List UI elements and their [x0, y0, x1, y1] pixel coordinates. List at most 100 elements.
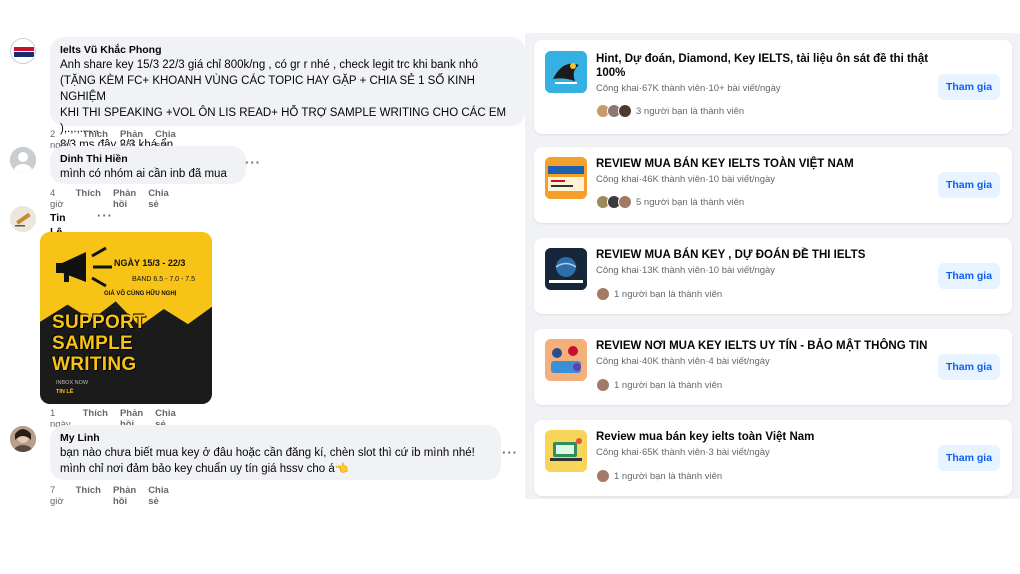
group-privacy: Công khai: [596, 447, 639, 458]
more-options-icon[interactable]: ···: [245, 155, 261, 170]
group-thumbnail[interactable]: [545, 248, 587, 290]
poster-date: NGÀY 15/3 - 22/3: [114, 258, 186, 268]
group-name[interactable]: REVIEW MUA BÁN KEY , DỰ ĐOÁN ĐỀ THI IELT…: [596, 248, 946, 262]
friend-avatar: [596, 287, 610, 301]
join-group-button[interactable]: Tham gia: [938, 445, 1000, 471]
friend-avatar: [618, 195, 632, 209]
comment-bubble: Dinh Thi Hiền mình có nhóm ai cần inb đã…: [50, 146, 246, 184]
group-card[interactable]: REVIEW NƠI MUA KEY IELTS UY TÍN - BẢO MẬ…: [534, 329, 1012, 405]
friends-text: 1 người bạn là thành viên: [614, 288, 723, 300]
comment-actions: 7 giờ Thích Phản hồi Chia sẻ: [50, 485, 169, 507]
like-button[interactable]: Thích: [76, 485, 101, 507]
join-group-button[interactable]: Tham gia: [938, 263, 1000, 289]
poster-band: BAND 6.5 - 7.0 - 7.5: [132, 276, 196, 283]
group-privacy: Công khai: [596, 83, 639, 94]
poster-inbox: INBOX NOW: [56, 380, 89, 386]
group-friends: 1 người bạn là thành viên: [596, 378, 722, 392]
friend-avatar: [596, 469, 610, 483]
friends-text: 1 người bạn là thành viên: [614, 379, 723, 391]
group-thumbnail[interactable]: [545, 157, 587, 199]
comment-bubble: My Linh bạn nào chưa biết mua key ở đâu …: [50, 425, 501, 480]
poster-signature: TIN LÊ: [56, 389, 74, 395]
join-group-button[interactable]: Tham gia: [938, 74, 1000, 100]
poster-headline: SUPPORT SAMPLE WRITING: [52, 312, 146, 375]
people-illustration-icon: [545, 339, 587, 381]
avatar[interactable]: [10, 147, 36, 173]
group-name[interactable]: REVIEW NƠI MUA KEY IELTS UY TÍN - BẢO MẬ…: [596, 339, 946, 353]
comment-actions: 4 giờ Thích Phản hồi Chia sẻ: [50, 188, 169, 210]
friend-avatar: [618, 104, 632, 118]
group-friends: 1 người bạn là thành viên: [596, 469, 722, 483]
share-button[interactable]: Chia sẻ: [148, 485, 169, 507]
group-members: 13K thành viên: [641, 265, 706, 276]
avatar[interactable]: [10, 426, 36, 452]
comment-author[interactable]: My Linh: [60, 431, 491, 445]
poster-price: GIÁ VÔ CÙNG HỮU NGHỊ: [104, 291, 177, 297]
comment-time[interactable]: 7 giờ: [50, 485, 64, 507]
group-meta: Công khai · 40K thành viên · 4 bài viết/…: [596, 356, 770, 367]
group-posts: 10 bài viết/ngày: [708, 174, 776, 185]
group-posts: 10+ bài viết/ngày: [708, 83, 781, 94]
comment-time[interactable]: 4 giờ: [50, 188, 64, 210]
avatar[interactable]: [10, 206, 36, 232]
group-meta: Công khai · 67K thành viên · 10+ bài viế…: [596, 83, 781, 94]
share-button[interactable]: Chia sẻ: [148, 188, 169, 210]
avatar[interactable]: [10, 38, 36, 64]
group-card[interactable]: REVIEW MUA BÁN KEY IELTS TOÀN VIỆT NAM C…: [534, 147, 1012, 223]
suggested-groups-panel: Hint, Dự đoán, Diamond, Key IELTS, tài l…: [525, 33, 1020, 499]
reply-button[interactable]: Phản hồi: [113, 188, 136, 210]
group-name[interactable]: Review mua bán key ielts toàn Việt Nam: [596, 430, 946, 444]
group-name[interactable]: Hint, Dự đoán, Diamond, Key IELTS, tài l…: [596, 52, 946, 80]
group-thumbnail[interactable]: [545, 339, 587, 381]
bird-logo-icon: [545, 51, 587, 93]
group-friends: 1 người bạn là thành viên: [596, 287, 722, 301]
user-photo-icon: [10, 426, 36, 452]
group-members: 67K thành viên: [641, 83, 706, 94]
default-profile-icon: [10, 147, 36, 173]
group-meta: Công khai · 46K thành viên · 10 bài viết…: [596, 174, 775, 185]
group-friends: 5 người bạn là thành viên: [596, 195, 744, 209]
poster-headline-line: SAMPLE: [52, 333, 133, 354]
friends-text: 5 người bạn là thành viên: [636, 196, 745, 208]
poster-headline-line: SUPPORT: [52, 312, 146, 333]
comment-thread: Ielts Vũ Khắc Phong Anh share key 15/3 2…: [0, 0, 525, 574]
group-privacy: Công khai: [596, 174, 639, 185]
friends-text: 1 người bạn là thành viên: [614, 470, 723, 482]
comment-text: mình có nhóm ai cần inb đã mua: [60, 168, 227, 180]
group-privacy: Công khai: [596, 265, 639, 276]
comment-text: bạn nào chưa biết mua key ở đâu hoặc cần…: [60, 447, 475, 475]
comment-author[interactable]: Dinh Thi Hiền: [60, 152, 236, 166]
group-name[interactable]: REVIEW MUA BÁN KEY IELTS TOÀN VIỆT NAM: [596, 157, 946, 171]
comment-image-poster[interactable]: NGÀY 15/3 - 22/3 BAND 6.5 - 7.0 - 7.5 GI…: [40, 232, 212, 404]
join-group-button[interactable]: Tham gia: [938, 172, 1000, 198]
friends-text: 3 người bạn là thành viên: [636, 105, 745, 117]
globe-banner-icon: [545, 248, 587, 290]
group-meta: Công khai · 65K thành viên · 3 bài viết/…: [596, 447, 770, 458]
group-posts: 4 bài viết/ngày: [708, 356, 770, 367]
group-thumbnail[interactable]: [545, 51, 587, 93]
group-card[interactable]: Hint, Dự đoán, Diamond, Key IELTS, tài l…: [534, 40, 1012, 134]
reply-button[interactable]: Phản hồi: [113, 485, 136, 507]
pencil-avatar-icon: [10, 206, 36, 232]
group-friends: 3 người bạn là thành viên: [596, 104, 744, 118]
group-members: 65K thành viên: [641, 447, 706, 458]
laptop-illustration-icon: [545, 430, 587, 472]
comment-author[interactable]: Ielts Vũ Khắc Phong: [60, 43, 515, 57]
poster-headline-line: WRITING: [52, 354, 137, 375]
review-banner-icon: [545, 157, 587, 199]
group-card[interactable]: REVIEW MUA BÁN KEY , DỰ ĐOÁN ĐỀ THI IELT…: [534, 238, 1012, 314]
group-card[interactable]: Review mua bán key ielts toàn Việt Nam C…: [534, 420, 1012, 496]
friend-avatar: [596, 378, 610, 392]
more-options-icon[interactable]: ···: [97, 208, 113, 223]
ielts-logo-icon: [11, 39, 35, 63]
join-group-button[interactable]: Tham gia: [938, 354, 1000, 380]
group-privacy: Công khai: [596, 356, 639, 367]
group-thumbnail[interactable]: [545, 430, 587, 472]
group-posts: 10 bài viết/ngày: [708, 265, 776, 276]
group-members: 40K thành viên: [641, 356, 706, 367]
group-posts: 3 bài viết/ngày: [708, 447, 770, 458]
more-options-icon[interactable]: ···: [502, 445, 518, 460]
like-button[interactable]: Thích: [76, 188, 101, 210]
group-meta: Công khai · 13K thành viên · 10 bài viết…: [596, 265, 775, 276]
comment-bubble: Ielts Vũ Khắc Phong Anh share key 15/3 2…: [50, 37, 525, 151]
